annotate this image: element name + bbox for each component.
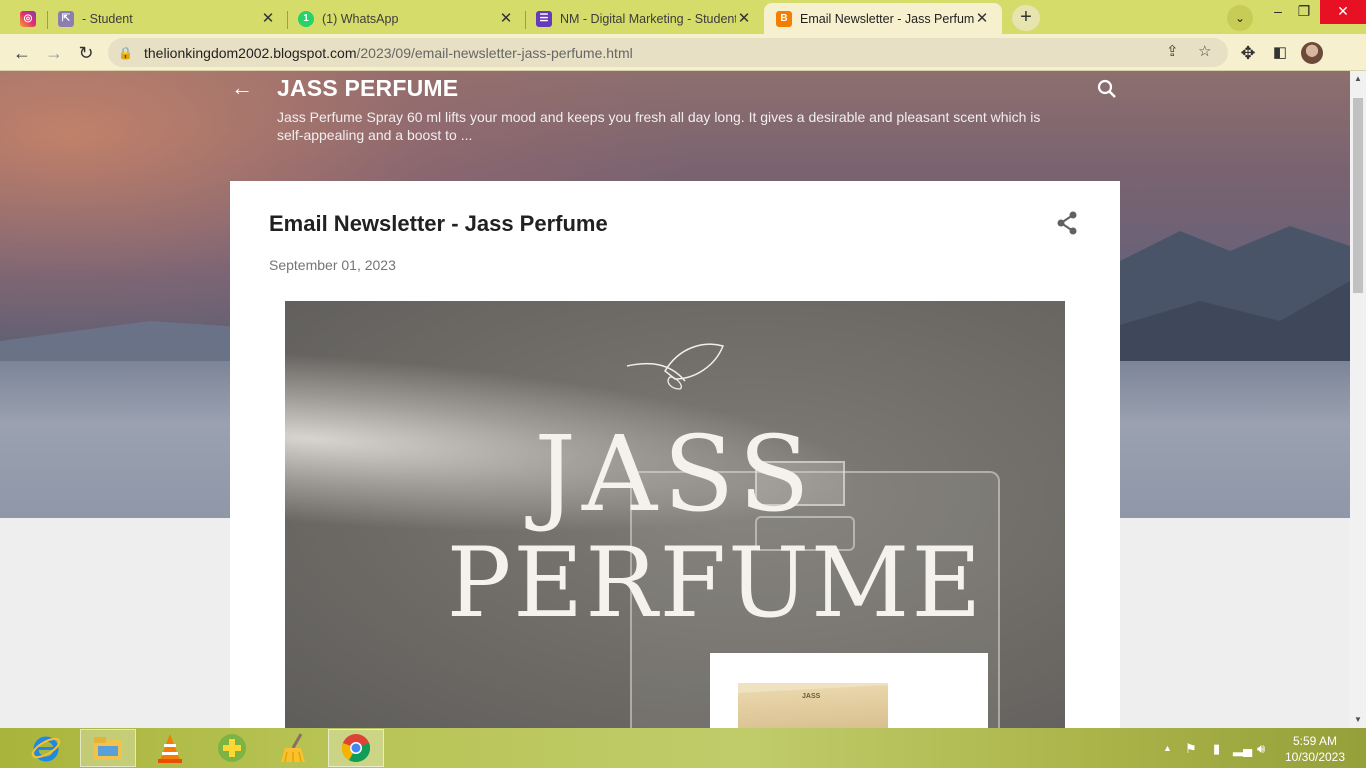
- search-icon[interactable]: [1096, 78, 1118, 100]
- cleaner-icon[interactable]: [266, 729, 322, 767]
- browser-toolbar: ← → ↻ 🔒 thelionkingdom2002.blogspot.com …: [0, 34, 1366, 71]
- image-text-perfume: PERFUME: [446, 527, 984, 639]
- url-host: thelionkingdom2002.blogspot.com: [144, 44, 357, 61]
- blog-title[interactable]: JASS PERFUME: [277, 75, 458, 102]
- page-scrollbar[interactable]: ▲ ▼: [1350, 71, 1366, 728]
- url-path: /2023/09/email-newsletter-jass-perfume.h…: [356, 44, 633, 61]
- tab-label: - Student: [82, 11, 133, 26]
- tab-search-button[interactable]: ⌄: [1227, 5, 1253, 31]
- scroll-down-arrow[interactable]: ▼: [1350, 712, 1366, 728]
- clock-date: 10/30/2023: [1284, 750, 1346, 764]
- instagram-icon: ◎: [20, 10, 36, 27]
- share-icon[interactable]: [1056, 211, 1078, 235]
- forward-button[interactable]: →: [42, 41, 66, 65]
- tab-label: Email Newsletter - Jass Perfume: [800, 11, 974, 26]
- action-center-flag-icon[interactable]: ⚑: [1185, 741, 1197, 757]
- post-image[interactable]: JASS PERFUME JASS: [285, 301, 1065, 728]
- tab-email-newsletter[interactable]: B Email Newsletter - Jass Perfume ✕: [764, 3, 1002, 34]
- close-tab-icon[interactable]: ✕: [736, 10, 752, 27]
- profile-avatar[interactable]: [1301, 42, 1323, 64]
- forms-icon: ☰: [536, 10, 552, 27]
- tab-label: NM - Digital Marketing - Student: [560, 11, 736, 26]
- chrome-icon[interactable]: [328, 729, 384, 767]
- image-text-jass: JASS: [534, 413, 816, 535]
- app-icon: ⇱: [58, 10, 74, 27]
- show-hidden-icons[interactable]: ▲: [1163, 743, 1172, 753]
- system-clock[interactable]: 5:59 AM 10/30/2023: [1280, 733, 1350, 765]
- share-page-icon[interactable]: ⇪: [1166, 42, 1179, 60]
- tab-strip: ◎ ⇱ - Student ✕ 1 (1) WhatsApp ✕ ☰ NM - …: [0, 0, 1366, 34]
- tab-student[interactable]: ⇱ - Student ✕: [48, 3, 288, 34]
- extensions-icon[interactable]: ✥: [1236, 41, 1260, 65]
- product-box: [738, 685, 888, 728]
- product-inset: JASS: [710, 653, 988, 728]
- blogger-icon: B: [776, 10, 792, 27]
- bookmark-star-icon[interactable]: ☆: [1198, 42, 1211, 60]
- scroll-thumb[interactable]: [1353, 98, 1363, 293]
- tab-nm-digital-marketing[interactable]: ☰ NM - Digital Marketing - Student ✕: [526, 3, 764, 34]
- close-tab-icon[interactable]: ✕: [498, 10, 514, 27]
- vlc-icon[interactable]: [142, 729, 198, 767]
- add-app-icon[interactable]: [204, 729, 260, 767]
- battery-icon[interactable]: ▮: [1213, 741, 1220, 757]
- restore-button[interactable]: ❐: [1284, 0, 1324, 24]
- tab-instagram[interactable]: ◎: [8, 3, 48, 34]
- windows-taskbar: ▲ ⚑ ▮ ▂▄ 🔊︎ 5:59 AM 10/30/2023: [0, 728, 1366, 768]
- tab-label: (1) WhatsApp: [322, 11, 399, 26]
- back-button[interactable]: ←: [10, 41, 34, 65]
- internet-explorer-icon[interactable]: [18, 729, 74, 767]
- close-tab-icon[interactable]: ✕: [974, 10, 990, 27]
- volume-icon[interactable]: 🔊︎: [1257, 741, 1265, 757]
- reload-button[interactable]: ↻: [74, 41, 98, 65]
- page-viewport: ← JASS PERFUME Jass Perfume Spray 60 ml …: [0, 71, 1350, 728]
- back-arrow-icon[interactable]: ←: [231, 75, 253, 101]
- close-tab-icon[interactable]: ✕: [260, 10, 276, 27]
- network-signal-icon[interactable]: ▂▄: [1233, 741, 1252, 757]
- product-box-label: JASS: [802, 693, 821, 700]
- leaf-icon: [626, 343, 725, 390]
- scroll-up-arrow[interactable]: ▲: [1350, 71, 1366, 87]
- new-tab-button[interactable]: +: [1012, 5, 1040, 31]
- clock-time: 5:59 AM: [1292, 734, 1338, 748]
- post-title: Email Newsletter - Jass Perfume: [269, 211, 608, 236]
- tab-whatsapp[interactable]: 1 (1) WhatsApp ✕: [288, 3, 526, 34]
- lock-icon[interactable]: 🔒: [118, 46, 133, 60]
- file-explorer-icon[interactable]: [80, 729, 136, 767]
- blog-description: Jass Perfume Spray 60 ml lifts your mood…: [277, 109, 1041, 143]
- close-window-button[interactable]: ✕: [1320, 0, 1366, 24]
- address-bar[interactable]: 🔒 thelionkingdom2002.blogspot.com /2023/…: [108, 38, 1228, 67]
- post-date: September 01, 2023: [269, 257, 396, 273]
- whatsapp-icon: 1: [298, 10, 314, 27]
- post-card: Email Newsletter - Jass Perfume Septembe…: [230, 181, 1120, 728]
- side-panel-icon[interactable]: ◧: [1268, 41, 1292, 65]
